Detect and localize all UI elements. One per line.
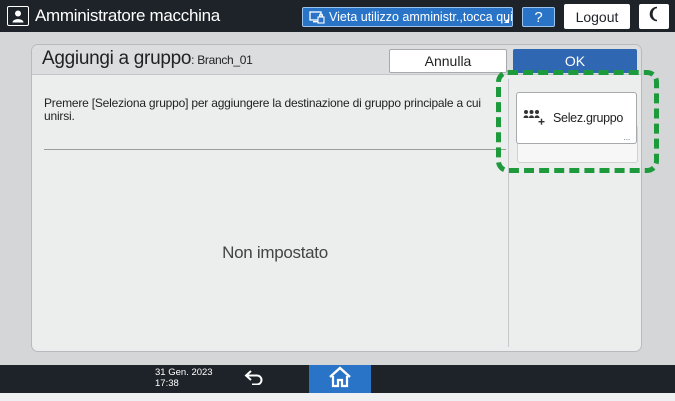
prohibit-admin-button[interactable]: Vieta utilizzo amministr.,tocca qui bbox=[302, 7, 513, 27]
screen: Amministratore macchina Vieta utilizzo a… bbox=[0, 0, 675, 401]
instruction-text: Premere [Seleziona gruppo] per aggiunger… bbox=[44, 96, 481, 123]
cancel-button[interactable]: Annulla bbox=[389, 49, 507, 73]
bottom-bar: 31 Gen. 2023 17:38 bbox=[0, 365, 675, 393]
corner-indicator-icon bbox=[504, 18, 509, 23]
dialog-subtitle: : Branch_01 bbox=[191, 53, 253, 67]
night-mode-button[interactable] bbox=[639, 4, 669, 29]
moon-icon bbox=[648, 6, 660, 27]
admin-user-label: Amministratore macchina bbox=[7, 5, 220, 27]
prohibit-label: Vieta utilizzo amministr.,tocca qui bbox=[329, 10, 513, 24]
dialog-title-text: Aggiungi a gruppo bbox=[42, 48, 192, 69]
admin-title: Amministratore macchina bbox=[35, 6, 220, 25]
user-icon bbox=[7, 6, 29, 26]
home-button[interactable] bbox=[309, 365, 371, 393]
dialog-title: Aggiungi a gruppo: Branch_01 bbox=[42, 48, 253, 70]
screen-lock-icon bbox=[309, 11, 325, 26]
back-button[interactable] bbox=[230, 367, 278, 391]
footer-strip bbox=[0, 393, 675, 401]
back-arrow-icon bbox=[244, 369, 264, 390]
clock-time: 17:38 bbox=[155, 378, 179, 389]
help-button[interactable]: ? bbox=[522, 7, 555, 27]
empty-state-label: Non impostato bbox=[222, 243, 328, 262]
top-bar: Amministratore macchina Vieta utilizzo a… bbox=[0, 0, 675, 32]
logout-button[interactable]: Logout bbox=[564, 4, 630, 29]
home-icon bbox=[328, 365, 352, 393]
clock: 31 Gen. 2023 17:38 bbox=[155, 367, 213, 389]
highlight-frame bbox=[496, 70, 659, 173]
divider bbox=[44, 149, 506, 150]
clock-date: 31 Gen. 2023 bbox=[155, 367, 213, 378]
